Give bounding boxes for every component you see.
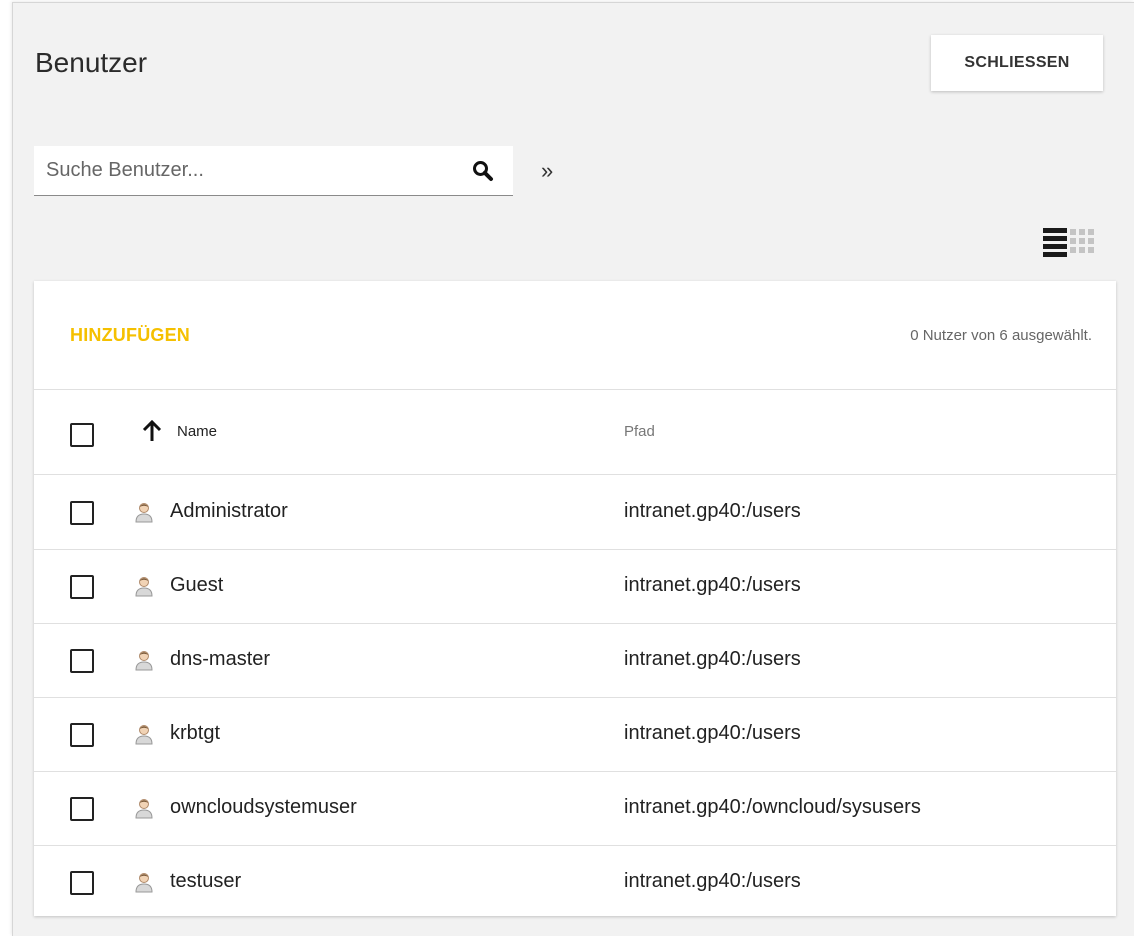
user-path: intranet.gp40:/owncloud/sysusers	[624, 796, 921, 818]
user-name[interactable]: dns-master	[170, 648, 270, 671]
row-checkbox[interactable]	[70, 723, 94, 747]
card-header: HINZUFÜGEN 0 Nutzer von 6 ausgewählt.	[34, 281, 1116, 390]
table-row[interactable]: owncloudsystemuser intranet.gp40:/ownclo…	[34, 772, 1116, 846]
arrow-up-icon[interactable]	[142, 419, 162, 443]
grid-view-icon[interactable]	[1070, 229, 1094, 259]
user-icon	[134, 871, 154, 893]
table-row[interactable]: Administrator intranet.gp40:/users	[34, 476, 1116, 550]
table-header: Name Pfad	[34, 391, 1116, 475]
user-path: intranet.gp40:/users	[624, 500, 801, 522]
user-name[interactable]: owncloudsystemuser	[170, 796, 357, 819]
users-dialog: Benutzer SCHLIESSEN » HIN	[12, 2, 1134, 936]
column-header-path[interactable]: Pfad	[624, 423, 655, 440]
user-icon	[134, 797, 154, 819]
table-row[interactable]: dns-master intranet.gp40:/users	[34, 624, 1116, 698]
page-title: Benutzer	[35, 47, 148, 78]
row-checkbox[interactable]	[70, 501, 94, 525]
user-icon	[134, 723, 154, 745]
user-icon	[134, 649, 154, 671]
search-box	[34, 146, 513, 196]
table-row[interactable]: Guest intranet.gp40:/users	[34, 550, 1116, 624]
user-path: intranet.gp40:/users	[624, 870, 801, 892]
row-checkbox[interactable]	[70, 871, 94, 895]
user-name[interactable]: Administrator	[170, 500, 288, 523]
search-input[interactable]	[34, 146, 464, 194]
row-checkbox[interactable]	[70, 649, 94, 673]
select-all-checkbox[interactable]	[70, 423, 94, 447]
user-path: intranet.gp40:/users	[624, 722, 801, 744]
users-card: HINZUFÜGEN 0 Nutzer von 6 ausgewählt. Na…	[34, 281, 1116, 916]
selection-count: 0 Nutzer von 6 ausgewählt.	[910, 327, 1092, 344]
user-icon	[134, 501, 154, 523]
list-view-icon[interactable]	[1043, 228, 1067, 258]
column-header-name[interactable]: Name	[177, 423, 217, 440]
double-chevron-right-icon[interactable]: »	[541, 160, 553, 182]
add-button[interactable]: HINZUFÜGEN	[70, 325, 190, 346]
user-icon	[134, 575, 154, 597]
row-checkbox[interactable]	[70, 575, 94, 599]
user-name[interactable]: krbtgt	[170, 722, 220, 745]
user-path: intranet.gp40:/users	[624, 648, 801, 670]
row-checkbox[interactable]	[70, 797, 94, 821]
search-icon[interactable]	[471, 159, 495, 183]
close-button[interactable]: SCHLIESSEN	[931, 35, 1103, 91]
user-name[interactable]: Guest	[170, 574, 223, 597]
user-name[interactable]: testuser	[170, 870, 241, 893]
user-path: intranet.gp40:/users	[624, 574, 801, 596]
table-row[interactable]: testuser intranet.gp40:/users	[34, 846, 1116, 920]
table-row[interactable]: krbtgt intranet.gp40:/users	[34, 698, 1116, 772]
